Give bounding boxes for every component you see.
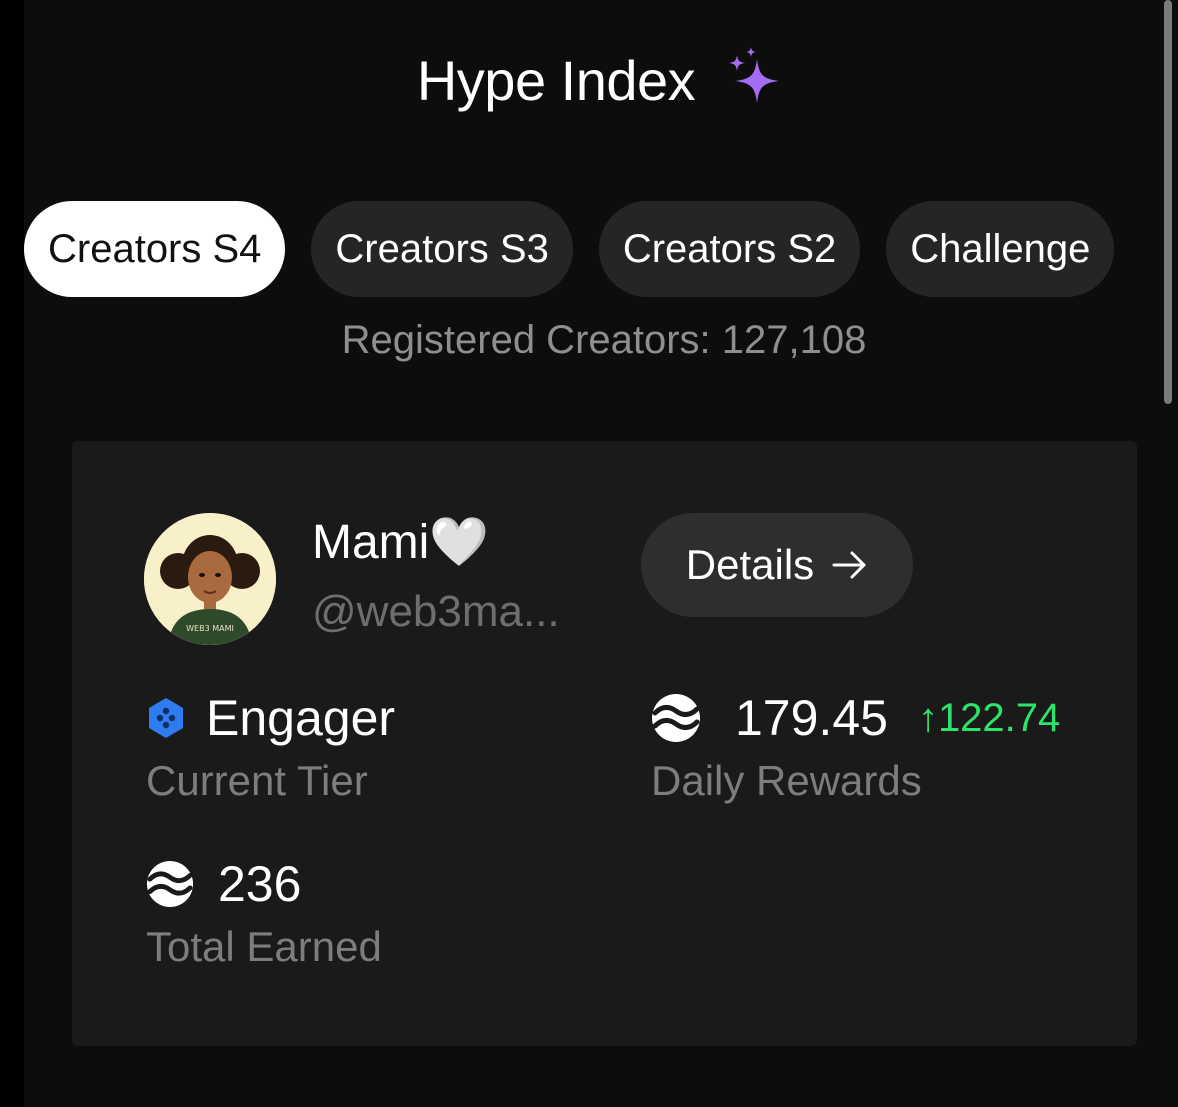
- avatar-shirt-text: WEB3 MAMI: [186, 624, 234, 633]
- page-title: Hype Index: [416, 49, 696, 112]
- arrow-right-icon: [832, 551, 866, 579]
- avatar-illustration: WEB3 MAMI: [144, 513, 276, 645]
- header: Hype Index: [24, 46, 1178, 113]
- tier-stat: Engager Current Tier: [146, 689, 395, 805]
- creator-name: Mami🤍: [312, 516, 490, 569]
- hype-index-page: Hype Index Creators S4 Creators S3 Creat…: [24, 0, 1178, 1107]
- daily-rewards-label: Daily Rewards: [651, 757, 922, 804]
- details-button[interactable]: Details: [641, 513, 913, 617]
- daily-rewards-change-value: 122.74: [937, 695, 1061, 740]
- tier-value: Engager: [206, 690, 396, 746]
- hexagon-tier-icon: [149, 698, 183, 738]
- tab-challenge[interactable]: Challenge: [886, 201, 1115, 297]
- sparkle-icon: [729, 46, 780, 103]
- total-earned-stat: 236 Total Earned: [146, 855, 382, 971]
- avatar[interactable]: WEB3 MAMI: [144, 513, 276, 645]
- total-earned-label: Total Earned: [146, 923, 382, 970]
- total-earned-value: 236: [218, 856, 302, 912]
- token-icon: [146, 860, 194, 908]
- daily-rewards-stat: 179.45 ↑122.74 Daily Rewards: [651, 689, 1060, 805]
- daily-rewards-value: 179.45: [735, 690, 888, 746]
- details-button-label: Details: [685, 541, 815, 588]
- creator-card: WEB3 MAMI Mami🤍 @web3ma... Details Engag…: [72, 441, 1137, 1046]
- tab-creators-s4[interactable]: Creators S4: [24, 201, 286, 297]
- token-icon: [652, 694, 700, 742]
- registered-creators-count: Registered Creators: 127,108: [341, 318, 867, 362]
- daily-rewards-change: ↑122.74: [918, 696, 1060, 741]
- season-tabs: Creators S4 Creators S3 Creators S2 Chal…: [24, 201, 1115, 297]
- tab-creators-s3[interactable]: Creators S3: [311, 201, 573, 297]
- arrow-up-icon: ↑: [917, 695, 938, 740]
- tab-creators-s2[interactable]: Creators S2: [598, 201, 861, 297]
- tier-label: Current Tier: [146, 757, 368, 804]
- creator-handle: @web3ma...: [312, 587, 560, 636]
